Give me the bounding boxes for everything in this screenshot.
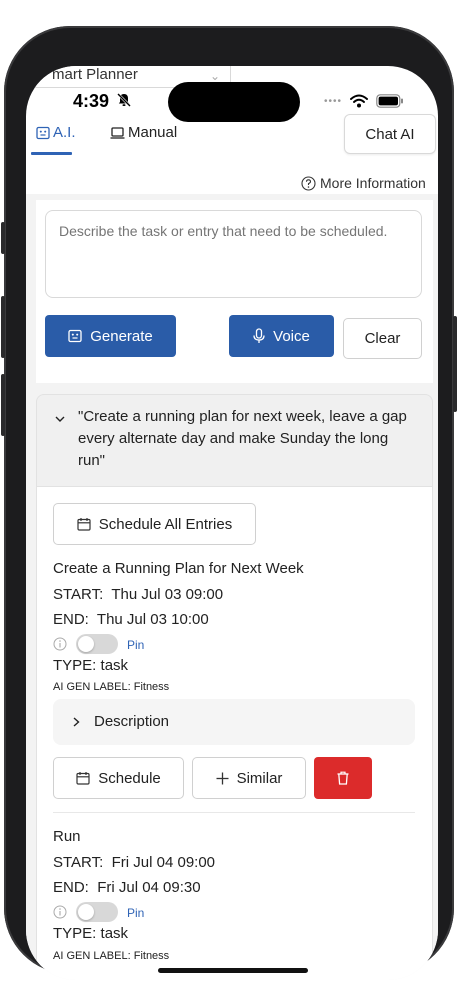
generate-button[interactable]: Generate — [45, 315, 176, 357]
tab-ai-label: A.I. — [53, 124, 76, 141]
home-indicator[interactable] — [158, 968, 308, 973]
similar-button[interactable]: Similar — [192, 757, 306, 799]
info-icon[interactable] — [53, 905, 67, 919]
start-value: Thu Jul 03 09:00 — [111, 586, 224, 603]
results-panel: Schedule All Entries Create a Running Pl… — [36, 487, 433, 980]
chat-ai-label: Chat AI — [365, 125, 415, 143]
calendar-icon — [77, 517, 91, 531]
voice-label: Voice — [273, 327, 310, 345]
chevron-down-icon — [55, 414, 65, 424]
ai-label-key: AI GEN LABEL: — [53, 681, 131, 693]
pin-toggle[interactable] — [76, 634, 118, 654]
app-screen: mart Planner ⌄ 4:39 •••• A.I. Manual Cha… — [26, 66, 438, 980]
robot-icon — [36, 126, 50, 140]
tab-manual[interactable]: Manual — [110, 124, 177, 141]
start-label: START: — [53, 586, 104, 603]
prompt-text: "Create a running plan for next week, le… — [78, 408, 407, 469]
schedule-all-label: Schedule All Entries — [98, 515, 233, 533]
tab-ai[interactable]: A.I. — [36, 124, 76, 141]
clear-label: Clear — [364, 330, 401, 347]
entry-type: TYPE: task — [53, 657, 128, 674]
entry-start: START: Fri Jul 04 09:00 — [53, 854, 215, 871]
voice-button[interactable]: Voice — [229, 315, 334, 357]
end-label: END: — [53, 611, 89, 628]
entry-end: END: Fri Jul 04 09:30 — [53, 879, 201, 896]
entry-divider — [53, 812, 415, 813]
action-button — [1, 222, 5, 254]
more-information-link[interactable]: More Information — [301, 175, 426, 191]
signal-dots: •••• — [324, 95, 343, 107]
type-value: task — [100, 657, 129, 674]
end-value: Fri Jul 04 09:30 — [97, 879, 201, 896]
trash-icon — [337, 771, 349, 785]
more-information-label: More Information — [320, 175, 426, 191]
type-value: task — [100, 925, 129, 942]
end-label: END: — [53, 879, 89, 896]
question-circle-icon — [301, 175, 316, 191]
generate-panel: Generate Voice Clear — [36, 200, 433, 383]
plus-icon — [216, 772, 229, 785]
prompt-collapse-header[interactable]: "Create a running plan for next week, le… — [36, 394, 433, 487]
ai-label-key: AI GEN LABEL: — [53, 950, 131, 962]
entry-type: TYPE: task — [53, 925, 128, 942]
similar-label: Similar — [236, 769, 283, 787]
start-label: START: — [53, 854, 104, 871]
power-button — [453, 316, 457, 412]
type-label: TYPE: — [53, 657, 97, 674]
end-value: Thu Jul 03 10:00 — [96, 611, 209, 628]
description-collapse[interactable]: Description — [53, 699, 415, 745]
tab-ai-indicator — [31, 152, 72, 155]
entry-start: START: Thu Jul 03 09:00 — [53, 586, 223, 603]
tab-manual-label: Manual — [128, 124, 178, 141]
toggle-knob — [78, 904, 94, 920]
delete-button[interactable] — [314, 757, 372, 799]
chat-ai-button[interactable]: Chat AI — [344, 114, 436, 154]
battery-icon — [376, 94, 404, 108]
chevron-right-icon — [72, 717, 81, 727]
entry-ai-label: AI GEN LABEL: Fitness — [53, 950, 169, 962]
info-icon[interactable] — [53, 637, 67, 651]
status-indicators: •••• — [324, 93, 404, 109]
ai-label-value: Fitness — [133, 950, 170, 962]
bell-slash-icon — [116, 92, 132, 108]
task-description-input[interactable] — [45, 210, 422, 298]
generate-label: Generate — [90, 327, 153, 345]
volume-up-button — [1, 296, 5, 358]
type-label: TYPE: — [53, 925, 97, 942]
pin-label: Pin — [127, 638, 145, 652]
dynamic-island — [168, 82, 300, 122]
phone-frame: mart Planner ⌄ 4:39 •••• A.I. Manual Cha… — [1, 26, 457, 980]
entry-title: Run — [53, 828, 81, 845]
microphone-icon — [253, 328, 265, 344]
entry-end: END: Thu Jul 03 10:00 — [53, 611, 209, 628]
robot-icon — [68, 329, 82, 343]
description-label: Description — [94, 713, 170, 730]
wifi-icon — [350, 94, 369, 108]
schedule-button[interactable]: Schedule — [53, 757, 184, 799]
entry-ai-label: AI GEN LABEL: Fitness — [53, 681, 169, 693]
status-time: 4:39 — [73, 91, 110, 111]
ai-label-value: Fitness — [133, 681, 170, 693]
pin-toggle[interactable] — [76, 902, 118, 922]
clear-button[interactable]: Clear — [343, 318, 422, 359]
schedule-label: Schedule — [98, 769, 161, 787]
entry-title: Create a Running Plan for Next Week — [53, 560, 304, 577]
calendar-icon — [76, 771, 90, 785]
planner-dropdown-value: mart Planner — [52, 66, 138, 83]
volume-down-button — [1, 374, 5, 436]
pin-label: Pin — [127, 906, 145, 920]
schedule-all-button[interactable]: Schedule All Entries — [53, 503, 256, 545]
laptop-icon — [110, 126, 125, 140]
start-value: Fri Jul 04 09:00 — [111, 854, 216, 871]
toggle-knob — [78, 636, 94, 652]
